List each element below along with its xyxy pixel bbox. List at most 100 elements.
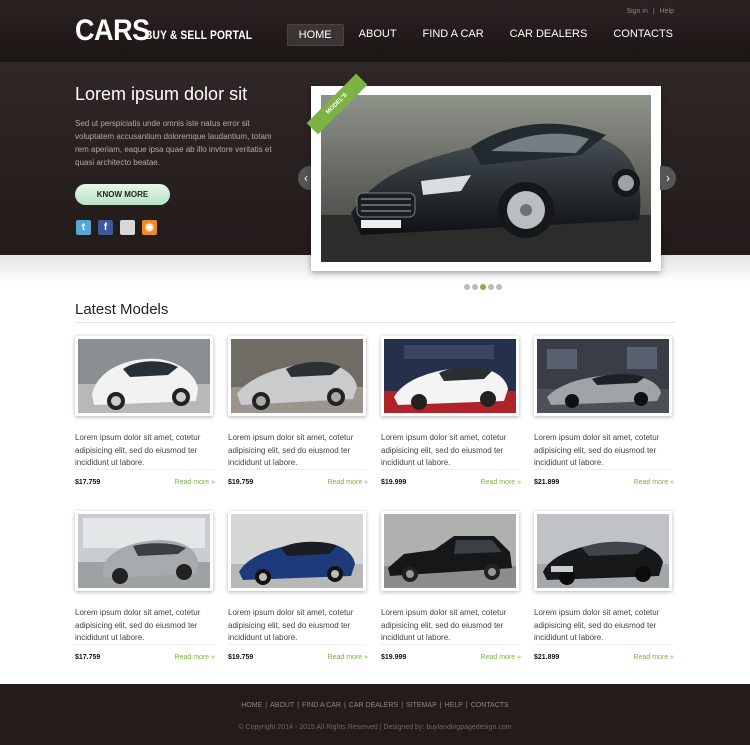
- latest-models-heading: Latest Models: [75, 301, 169, 318]
- card-footer: $21.899 Read more »: [534, 654, 674, 661]
- facebook-icon[interactable]: f: [98, 220, 113, 235]
- model-card: Lorem ipsum dolor sit amet, cotetur adip…: [381, 336, 521, 486]
- know-more-button[interactable]: KNOW MORE: [75, 184, 170, 205]
- model-description: Lorem ipsum dolor sit amet, cotetur adip…: [381, 433, 507, 467]
- footer-link-about[interactable]: ABOUT: [270, 702, 294, 709]
- nav-about[interactable]: ABOUT: [348, 24, 408, 46]
- site-footer: HOME | ABOUT | FIND A CAR | CAR DEALERS | SITEMA…: [0, 684, 750, 745]
- model-price: $17.759: [75, 479, 101, 486]
- hero-title: Lorem ipsum dolor sit: [75, 84, 248, 104]
- hero-description: Sed ut perspiciatis unde omnis iste natu…: [75, 119, 272, 167]
- model-thumbnail[interactable]: [228, 511, 366, 591]
- nav-contacts[interactable]: CONTACTS: [602, 24, 684, 46]
- logo-title: CARS: [75, 14, 150, 47]
- read-more-link[interactable]: Read more »: [175, 479, 215, 486]
- card-footer: $19.999 Read more »: [381, 654, 521, 661]
- model-price: $21.899: [534, 479, 560, 486]
- footer-separator: |: [343, 702, 346, 709]
- model-description: Lorem ipsum dolor sit amet, cotetur adip…: [228, 433, 354, 467]
- slider-dots: [464, 284, 504, 290]
- card-divider: [381, 469, 519, 470]
- model-thumbnail[interactable]: [534, 511, 672, 591]
- model-card: Lorem ipsum dolor sit amet, cotetur adip…: [75, 336, 215, 486]
- social-links: t f ◉: [76, 220, 164, 235]
- read-more-link[interactable]: Read more »: [634, 654, 674, 661]
- model-thumbnail[interactable]: [381, 511, 519, 591]
- card-footer: $17.759 Read more »: [75, 654, 215, 661]
- read-more-link[interactable]: Read more »: [481, 479, 521, 486]
- model-thumbnail[interactable]: [228, 336, 366, 416]
- main-nav: HOME ABOUT FIND A CAR CAR DEALERS CONTAC…: [283, 24, 684, 46]
- help-link[interactable]: Help: [660, 8, 674, 15]
- copyright-text: © Copyright 2014 - 2015 All Rights Reser…: [238, 724, 512, 731]
- read-more-link[interactable]: Read more »: [634, 479, 674, 486]
- slider-dot[interactable]: [488, 284, 494, 290]
- read-more-link[interactable]: Read more »: [328, 479, 368, 486]
- card-divider: [228, 469, 366, 470]
- mail-icon[interactable]: [120, 220, 135, 235]
- section-divider: [75, 322, 675, 323]
- card-footer: $17.759 Read more »: [75, 479, 215, 486]
- footer-separator: |: [439, 702, 442, 709]
- card-footer: $19.999 Read more »: [381, 479, 521, 486]
- slider-dot[interactable]: [464, 284, 470, 290]
- card-footer: $19.759 Read more »: [228, 654, 368, 661]
- card-divider: [534, 469, 672, 470]
- read-more-link[interactable]: Read more »: [328, 654, 368, 661]
- model-description: Lorem ipsum dolor sit amet, cotetur adip…: [228, 608, 354, 642]
- footer-link-help[interactable]: HELP: [445, 702, 463, 709]
- model-description: Lorem ipsum dolor sit amet, cotetur adip…: [75, 608, 201, 642]
- slider-dot[interactable]: [472, 284, 478, 290]
- model-description: Lorem ipsum dolor sit amet, cotetur adip…: [534, 608, 660, 642]
- slider-dot[interactable]: [496, 284, 502, 290]
- hero-car-image: [321, 95, 651, 262]
- slider-dot-active[interactable]: [480, 284, 486, 290]
- site-header: CARS BUY & SELL PORTAL Sign in | Help HO…: [0, 0, 750, 62]
- model-price: $19.759: [228, 479, 254, 486]
- nav-home[interactable]: HOME: [286, 24, 344, 46]
- model-description: Lorem ipsum dolor sit amet, cotetur adip…: [534, 433, 660, 467]
- footer-link-contacts[interactable]: CONTACTS: [471, 702, 509, 709]
- card-divider: [228, 644, 366, 645]
- logo-subtitle: BUY & SELL PORTAL: [145, 28, 253, 42]
- model-price: $21.899: [534, 654, 560, 661]
- signin-link[interactable]: Sign in: [626, 8, 647, 15]
- model-thumbnail[interactable]: [75, 511, 213, 591]
- model-card: Lorem ipsum dolor sit amet, cotetur adip…: [381, 511, 521, 661]
- site-logo[interactable]: CARS BUY & SELL PORTAL: [75, 14, 252, 48]
- card-divider: [75, 644, 213, 645]
- rss-icon[interactable]: ◉: [142, 220, 157, 235]
- card-divider: [534, 644, 672, 645]
- model-price: $19.759: [228, 654, 254, 661]
- footer-separator: |: [401, 702, 404, 709]
- model-thumbnail[interactable]: [75, 336, 213, 416]
- model-price: $19.999: [381, 654, 407, 661]
- footer-separator: |: [265, 702, 268, 709]
- read-more-link[interactable]: Read more »: [481, 654, 521, 661]
- card-divider: [75, 469, 213, 470]
- nav-car-dealers[interactable]: CAR DEALERS: [499, 24, 599, 46]
- model-price: $19.999: [381, 479, 407, 486]
- model-card: Lorem ipsum dolor sit amet, cotetur adip…: [534, 511, 674, 661]
- model-card: Lorem ipsum dolor sit amet, cotetur adip…: [534, 336, 674, 486]
- model-description: Lorem ipsum dolor sit amet, cotetur adip…: [381, 608, 507, 642]
- footer-link-find-a-car[interactable]: FIND A CAR: [302, 702, 341, 709]
- footer-link-sitemap[interactable]: SITEMAP: [406, 702, 437, 709]
- card-divider: [381, 644, 519, 645]
- model-description: Lorem ipsum dolor sit amet, cotetur adip…: [75, 433, 201, 467]
- model-thumbnail[interactable]: [534, 336, 672, 416]
- nav-find-a-car[interactable]: FIND A CAR: [412, 24, 495, 46]
- model-thumbnail[interactable]: [381, 336, 519, 416]
- top-link-divider: |: [652, 8, 655, 15]
- twitter-icon[interactable]: t: [76, 220, 91, 235]
- read-more-link[interactable]: Read more »: [175, 654, 215, 661]
- model-price: $17.759: [75, 654, 101, 661]
- footer-separator: |: [465, 702, 468, 709]
- model-card: Lorem ipsum dolor sit amet, cotetur adip…: [75, 511, 215, 661]
- card-footer: $19.759 Read more »: [228, 479, 368, 486]
- footer-link-car-dealers[interactable]: CAR DEALERS: [349, 702, 398, 709]
- model-card: Lorem ipsum dolor sit amet, cotetur adip…: [228, 336, 368, 486]
- hero-slider: [311, 86, 661, 271]
- footer-link-home[interactable]: HOME: [241, 702, 262, 709]
- footer-separator: |: [297, 702, 300, 709]
